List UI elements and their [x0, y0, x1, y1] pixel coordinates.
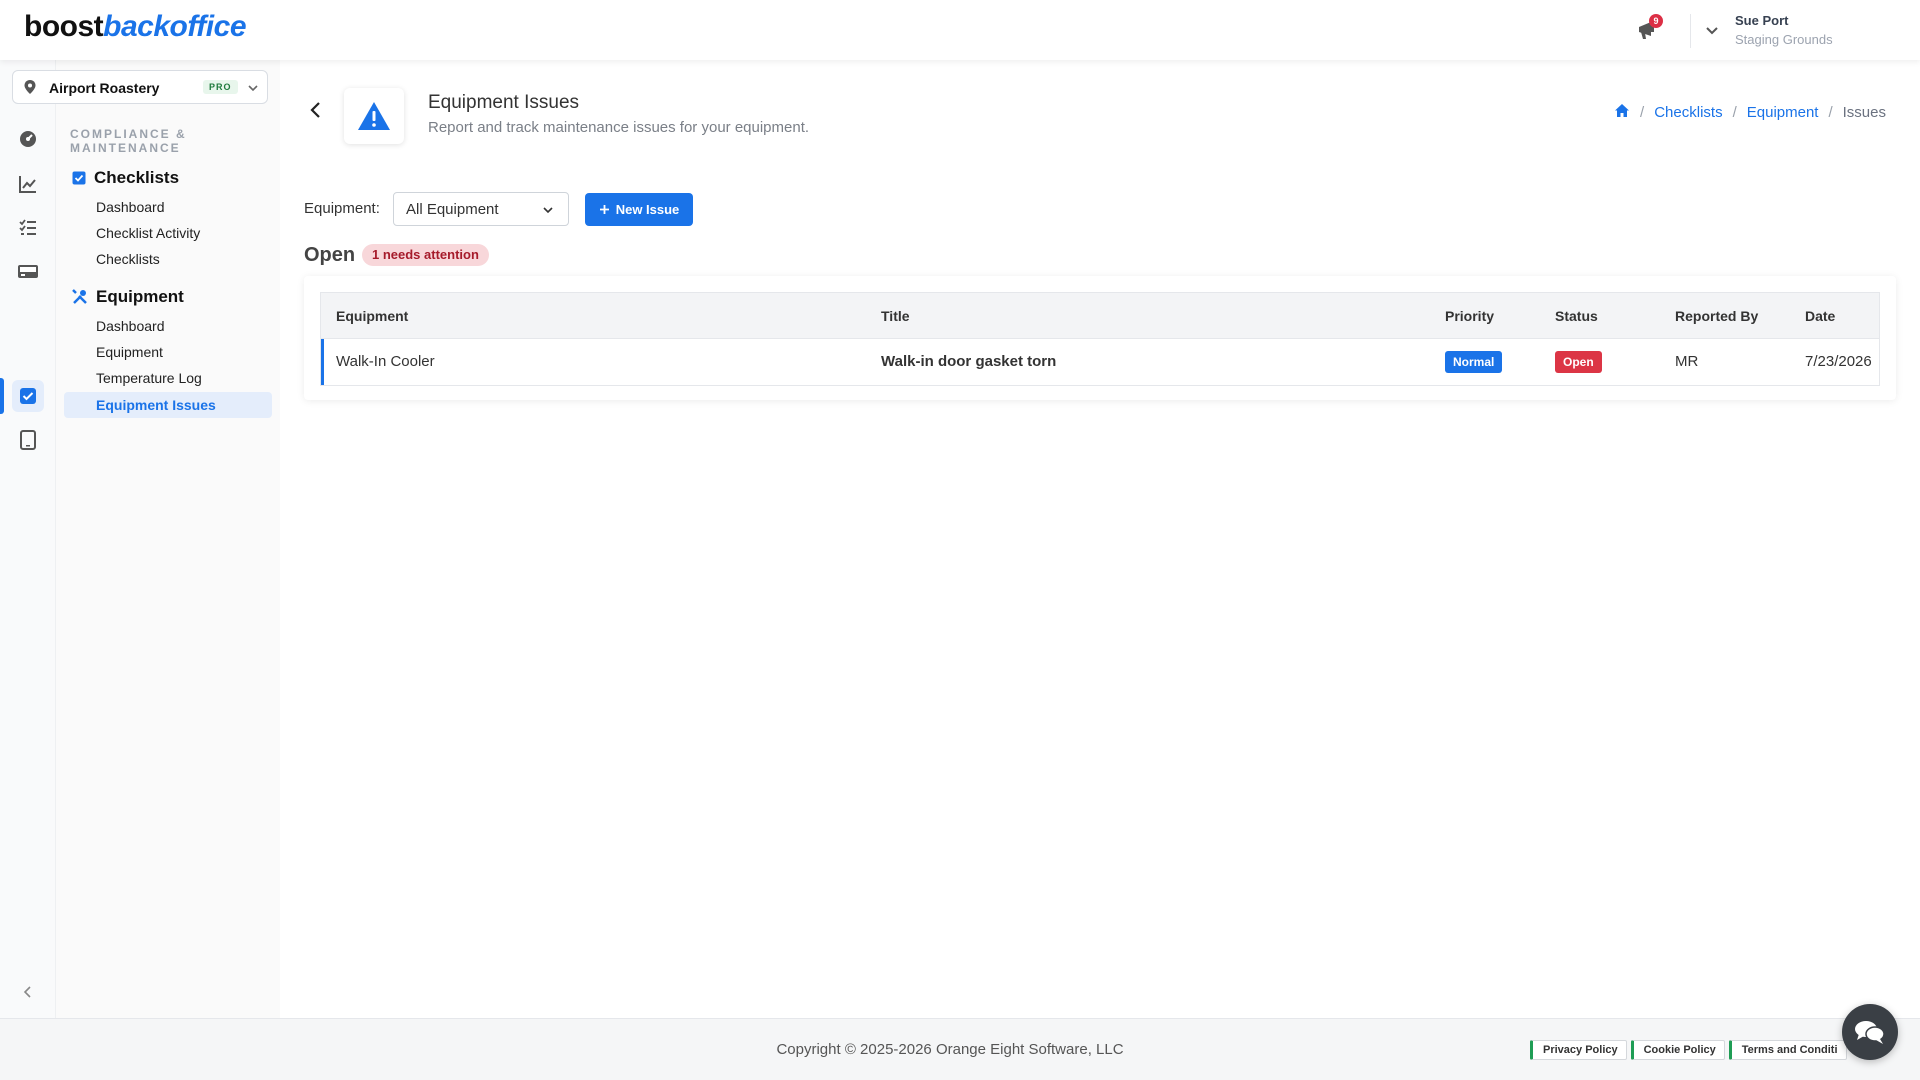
attention-badge: 1 needs attention	[362, 244, 489, 266]
plan-badge: PRO	[203, 80, 238, 94]
nav-item-equipment[interactable]: Equipment	[96, 344, 163, 360]
privacy-policy-link[interactable]: Privacy Policy	[1530, 1040, 1627, 1060]
chevron-down-icon[interactable]	[1704, 22, 1720, 38]
equipment-filter-label: Equipment:	[304, 200, 380, 217]
footer-links: Privacy Policy Cookie Policy Terms and C…	[1530, 1040, 1847, 1060]
page-title: Equipment Issues	[428, 92, 580, 113]
checkbox-icon	[72, 171, 86, 185]
cookie-policy-link[interactable]: Cookie Policy	[1630, 1040, 1725, 1060]
notification-badge: 9	[1649, 14, 1663, 28]
chevron-left-icon[interactable]	[20, 984, 36, 1000]
list-check-icon[interactable]	[12, 212, 44, 244]
nav-item-checklists[interactable]: Checklists	[96, 251, 160, 267]
issues-table: Equipment Title Priority Status Reported…	[320, 292, 1880, 386]
logo-text-boost: boost	[24, 10, 104, 43]
terms-link[interactable]: Terms and Conditi	[1728, 1040, 1847, 1060]
plus-icon	[599, 205, 609, 214]
top-bar: boostbackoffice 9 Sue Port Staging Groun…	[0, 0, 1920, 60]
location-name: Airport Roastery	[49, 80, 160, 96]
cell-title[interactable]: Walk-in door gasket torn	[881, 353, 1056, 370]
divider	[1690, 14, 1691, 48]
breadcrumb-separator: /	[1640, 104, 1645, 121]
tools-icon	[72, 289, 87, 304]
equipment-select[interactable]: All Equipment	[393, 192, 569, 226]
nav-group-equipment[interactable]: Equipment	[72, 287, 184, 307]
logo-text-backoffice: backoffice	[103, 10, 247, 43]
register-icon[interactable]	[12, 256, 44, 288]
column-header-title[interactable]: Title	[881, 308, 910, 324]
table-header: Equipment Title Priority Status Reported…	[321, 293, 1879, 339]
cell-equipment: Walk-In Cooler	[336, 353, 435, 370]
breadcrumb-equipment[interactable]: Equipment	[1747, 104, 1819, 121]
issues-card: Equipment Title Priority Status Reported…	[304, 276, 1896, 400]
chart-line-icon[interactable]	[12, 168, 44, 200]
tablet-icon[interactable]	[12, 424, 44, 456]
status-badge: Open	[1555, 351, 1602, 373]
nav-group-checklists[interactable]: Checklists	[72, 168, 179, 188]
column-header-reported-by[interactable]: Reported By	[1675, 308, 1758, 324]
home-icon[interactable]	[1614, 103, 1630, 122]
breadcrumb-separator: /	[1828, 104, 1833, 121]
cell-date: 7/23/2026	[1805, 353, 1872, 370]
cell-reported-by: MR	[1675, 353, 1699, 370]
nav-item-checklist-activity[interactable]: Checklist Activity	[96, 225, 200, 241]
column-header-status[interactable]: Status	[1555, 308, 1598, 324]
page-subtitle: Report and track maintenance issues for …	[428, 119, 810, 136]
nav-item-equipment-issues[interactable]: Equipment Issues	[64, 392, 272, 418]
user-org: Staging Grounds	[1735, 32, 1833, 47]
footer: Copyright © 2025-2026 Orange Eight Softw…	[0, 1018, 1920, 1080]
new-issue-label: New Issue	[615, 202, 680, 217]
warning-icon	[344, 88, 404, 144]
breadcrumb-current: Issues	[1842, 104, 1886, 121]
nav-section-label: COMPLIANCE & MAINTENANCE	[70, 127, 187, 155]
brand-logo[interactable]: boostbackoffice	[24, 10, 247, 44]
column-header-date[interactable]: Date	[1805, 308, 1835, 324]
nav-item-temperature-log[interactable]: Temperature Log	[96, 370, 202, 386]
checkbox-icon[interactable]	[12, 380, 44, 412]
map-pin-icon	[24, 80, 36, 94]
nav-item-equipment-dashboard[interactable]: Dashboard	[96, 318, 165, 334]
priority-badge: Normal	[1445, 351, 1503, 373]
main-content: Equipment Issues Report and track mainte…	[280, 60, 1920, 1018]
breadcrumb: / Checklists / Equipment / Issues	[1614, 103, 1886, 122]
gauge-icon[interactable]	[12, 123, 44, 155]
table-row[interactable]: Walk-In Cooler Walk-in door gasket torn …	[321, 339, 1879, 385]
sidebar	[56, 60, 280, 1018]
open-section-title: Open	[304, 244, 356, 266]
chevron-down-icon	[543, 207, 553, 214]
breadcrumb-separator: /	[1732, 104, 1737, 121]
column-header-equipment[interactable]: Equipment	[336, 308, 408, 324]
new-issue-button[interactable]: New Issue	[585, 193, 693, 226]
breadcrumb-checklists[interactable]: Checklists	[1654, 104, 1722, 121]
chevron-down-icon	[248, 85, 258, 92]
location-selector[interactable]: Airport Roastery PRO	[12, 70, 268, 104]
column-header-priority[interactable]: Priority	[1445, 308, 1494, 324]
back-arrow-icon[interactable]	[304, 98, 328, 122]
equipment-select-value: All Equipment	[406, 201, 499, 218]
rail-active-indicator	[0, 378, 4, 414]
nav-group-label: Checklists	[94, 168, 180, 187]
nav-item-checklists-dashboard[interactable]: Dashboard	[96, 199, 165, 215]
chat-icon[interactable]	[1842, 1004, 1898, 1060]
icon-rail	[0, 60, 56, 1018]
nav-group-label: Equipment	[96, 287, 184, 306]
user-name[interactable]: Sue Port	[1735, 13, 1788, 28]
